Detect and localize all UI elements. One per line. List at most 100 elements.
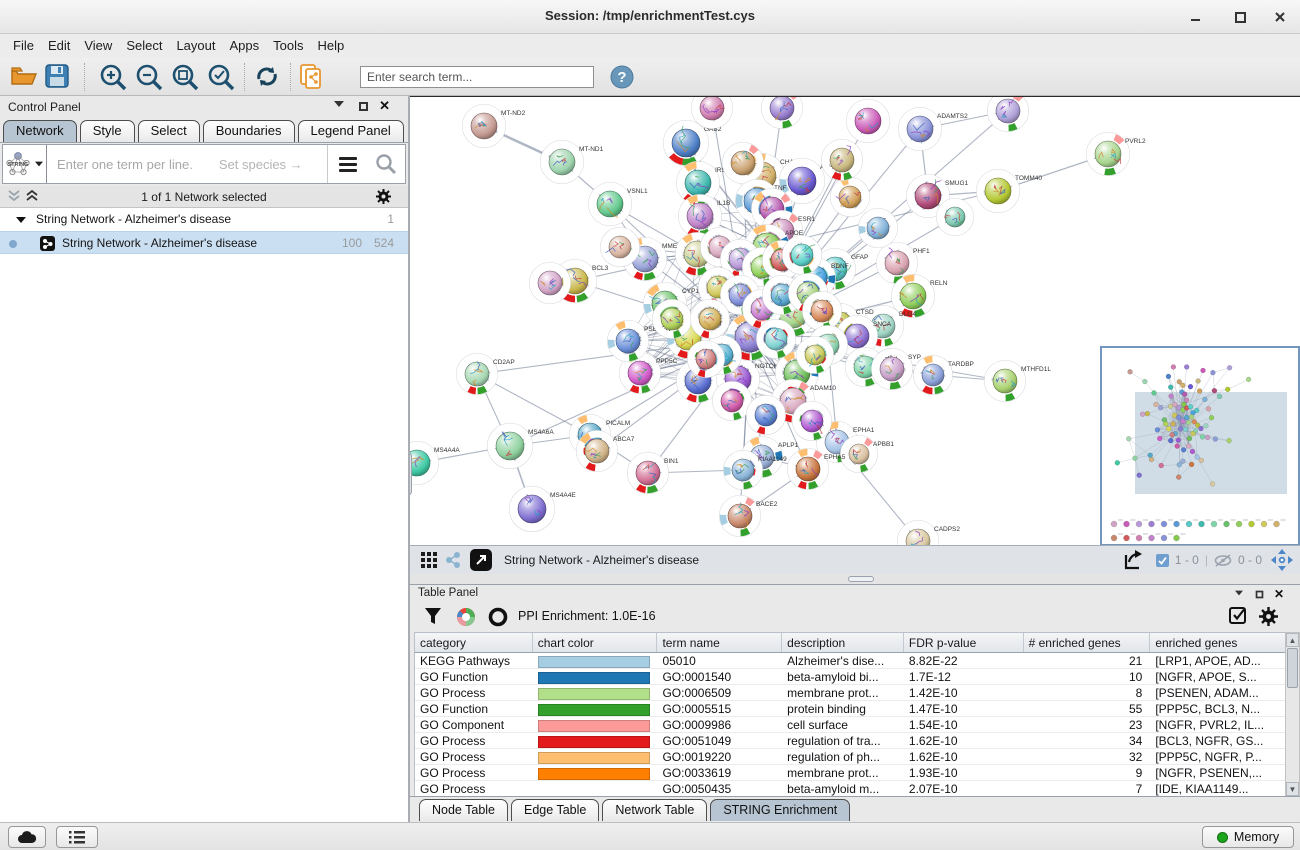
panel-float-icon[interactable]	[359, 102, 368, 111]
network-collection-row[interactable]: String Network - Alzheimer's disease 1	[0, 208, 408, 231]
zoom-selected-button[interactable]	[206, 63, 236, 94]
memory-button[interactable]: Memory	[1202, 826, 1294, 848]
network-node[interactable]	[762, 97, 803, 129]
open-session-button[interactable]	[10, 63, 38, 92]
scrollbar-thumb[interactable]	[1287, 648, 1298, 688]
string-options-button[interactable]	[327, 145, 367, 183]
splitter-grip[interactable]	[848, 576, 874, 582]
maximize-button[interactable]	[1232, 9, 1248, 25]
column-header-chart-color[interactable]: chart color	[533, 633, 658, 652]
table-row[interactable]: GO ProcessGO:0051049regulation of tra...…	[415, 733, 1288, 749]
share-network-icon[interactable]	[444, 551, 462, 569]
network-node[interactable]	[847, 100, 890, 143]
column-header-category[interactable]: category	[415, 633, 533, 652]
network-node[interactable]: TARDBP	[914, 356, 974, 395]
gear-icon[interactable]	[375, 188, 392, 205]
close-button[interactable]	[1272, 9, 1288, 25]
minimize-button[interactable]	[1188, 9, 1204, 25]
menu-select[interactable]: Select	[119, 34, 169, 58]
network-node[interactable]	[688, 341, 725, 378]
tab-legend-panel[interactable]: Legend Panel	[298, 120, 404, 142]
network-row-selected[interactable]: String Network - Alzheimer's disease 100…	[0, 231, 408, 254]
network-node[interactable]: ADAMTS2	[899, 108, 969, 151]
scroll-up-icon[interactable]: ▲	[1286, 633, 1299, 647]
menu-file[interactable]: File	[6, 34, 41, 58]
panel-float-icon[interactable]	[1256, 591, 1264, 599]
save-session-button[interactable]	[44, 63, 70, 92]
tab-boundaries[interactable]: Boundaries	[203, 120, 295, 142]
menu-view[interactable]: View	[77, 34, 119, 58]
zoom-fit-button[interactable]	[170, 63, 200, 94]
automation-button[interactable]	[8, 826, 46, 848]
table-tab-edge-table[interactable]: Edge Table	[511, 799, 599, 821]
table-row[interactable]: KEGG Pathways05010Alzheimer's dise...8.8…	[415, 653, 1288, 669]
checkbox-checked-icon[interactable]	[1156, 554, 1169, 567]
network-node[interactable]	[797, 337, 834, 374]
open-in-viewer-button[interactable]	[470, 549, 492, 571]
network-node[interactable]: MTHFD1L	[985, 361, 1052, 402]
table-row[interactable]: GO FunctionGO:0001540beta-amyloid bi...1…	[415, 669, 1288, 685]
network-node[interactable]: VSNL1	[589, 183, 648, 226]
column-header-description[interactable]: description	[782, 633, 904, 652]
network-node[interactable]	[859, 209, 898, 248]
network-node[interactable]	[757, 320, 796, 359]
network-node[interactable]	[937, 199, 974, 236]
network-node[interactable]: MS4A4A	[410, 442, 460, 485]
network-node[interactable]	[793, 402, 832, 441]
network-node[interactable]: MS4A6A	[488, 424, 555, 469]
network-node[interactable]	[723, 143, 764, 184]
menu-apps[interactable]: Apps	[223, 34, 267, 58]
network-node[interactable]: PVRL2	[1087, 133, 1146, 176]
select-columns-icon[interactable]	[1229, 607, 1248, 626]
table-row[interactable]: GO ProcessGO:0050435beta-amyloid m...2.0…	[415, 781, 1288, 796]
menu-help[interactable]: Help	[311, 34, 352, 58]
string-protein-query-selector[interactable]: STRING	[3, 145, 47, 183]
table-row[interactable]: GO ProcessGO:0033619membrane prot...1.93…	[415, 765, 1288, 781]
network-node[interactable]	[530, 263, 571, 304]
column-header-enriched-genes[interactable]: # enriched genes	[1024, 633, 1151, 652]
splitter-handle[interactable]	[410, 452, 412, 496]
tab-select[interactable]: Select	[138, 120, 200, 142]
refresh-button[interactable]	[252, 63, 282, 94]
eye-off-icon[interactable]	[1214, 554, 1232, 567]
zoom-in-button[interactable]	[98, 63, 128, 94]
grid-view-icon[interactable]	[420, 551, 438, 569]
network-node[interactable]: TOMM40	[977, 170, 1043, 213]
table-row[interactable]: GO ProcessGO:0006509membrane prot...1.42…	[415, 685, 1288, 701]
task-history-button[interactable]	[56, 826, 98, 848]
table-scrollbar[interactable]: ▲ ▼	[1285, 632, 1300, 797]
string-query-input[interactable]: Enter one term per line. Set species →	[47, 145, 327, 183]
panel-menu-icon[interactable]	[334, 101, 344, 107]
network-node[interactable]	[601, 228, 640, 267]
chart-color-donut-icon[interactable]	[456, 607, 476, 627]
table-row[interactable]: GO ComponentGO:0009986cell surface1.54E-…	[415, 717, 1288, 733]
table-tab-node-table[interactable]: Node Table	[419, 799, 508, 821]
network-node[interactable]	[831, 178, 870, 217]
network-node[interactable]	[713, 382, 752, 421]
export-network-icon[interactable]	[1122, 549, 1146, 571]
menu-layout[interactable]: Layout	[169, 34, 222, 58]
scroll-down-icon[interactable]: ▼	[1286, 782, 1299, 796]
help-icon[interactable]: ?	[610, 65, 634, 92]
reset-color-ring-icon[interactable]	[488, 607, 508, 627]
column-header-enriched-genes[interactable]: enriched genes	[1150, 633, 1288, 652]
network-node[interactable]: BIN1	[628, 453, 679, 494]
search-input[interactable]	[360, 66, 594, 88]
panel-menu-icon[interactable]	[1235, 591, 1243, 596]
network-node[interactable]: CADPS2	[898, 521, 961, 546]
table-row[interactable]: GO ProcessGO:0019220regulation of ph...1…	[415, 749, 1288, 765]
horizontal-splitter[interactable]	[410, 574, 1300, 584]
navigator-icon[interactable]	[1270, 548, 1294, 572]
expand-triangle-icon[interactable]	[16, 217, 26, 223]
string-search-button[interactable]	[367, 145, 405, 183]
table-row[interactable]: GO FunctionGO:0005515protein binding1.47…	[415, 701, 1288, 717]
filter-icon[interactable]	[424, 607, 442, 626]
panel-close-icon[interactable]: ✕	[379, 100, 390, 112]
network-node[interactable]	[783, 236, 822, 275]
column-header-term-name[interactable]: term name	[657, 633, 782, 652]
network-node[interactable]	[653, 300, 692, 339]
network-node[interactable]: CD2AP	[457, 354, 515, 395]
menu-edit[interactable]: Edit	[41, 34, 77, 58]
tab-style[interactable]: Style	[80, 120, 135, 142]
network-node[interactable]	[822, 140, 863, 181]
